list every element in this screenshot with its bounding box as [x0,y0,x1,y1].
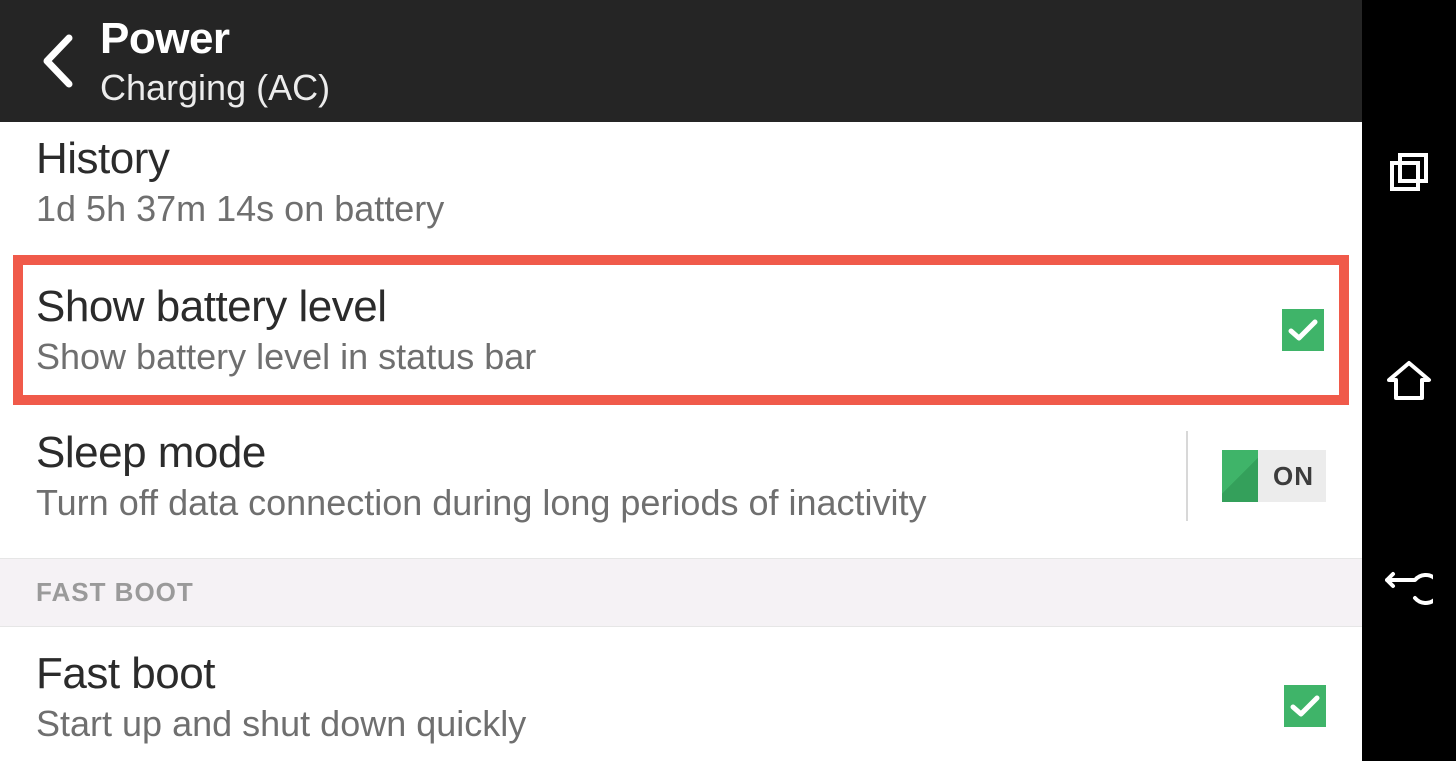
back-icon [1385,568,1433,608]
show-battery-subtitle: Show battery level in status bar [36,336,1326,378]
separator [1186,431,1188,521]
show-battery-row-highlight: Show battery level Show battery level in… [14,256,1348,404]
show-battery-title: Show battery level [36,282,1326,332]
show-battery-row[interactable]: Show battery level Show battery level in… [14,256,1348,404]
settings-screen: Power Charging (AC) History 1d 5h 37m 14… [0,0,1362,761]
fast-boot-row[interactable]: Fast boot Start up and shut down quickly [0,627,1362,761]
appbar-titles: Power Charging (AC) [100,14,330,108]
back-button[interactable] [28,26,88,96]
toggle-knob [1222,450,1258,502]
history-title: History [36,134,1326,184]
fast-boot-title: Fast boot [36,649,1326,699]
page-subtitle: Charging (AC) [100,67,330,108]
sleep-mode-title: Sleep mode [36,428,1166,478]
check-icon [1290,694,1320,718]
fast-boot-checkbox[interactable] [1284,685,1326,727]
page-title: Power [100,14,330,65]
recent-apps-icon [1388,153,1430,195]
home-button[interactable] [1384,356,1434,406]
home-icon [1386,360,1432,402]
history-row[interactable]: History 1d 5h 37m 14s on battery [0,122,1362,256]
toggle-label: ON [1273,450,1314,502]
sleep-mode-toggle[interactable]: ON [1222,450,1326,502]
system-nav-bar [1362,0,1456,761]
show-battery-checkbox[interactable] [1282,309,1324,351]
check-icon [1288,318,1318,342]
fast-boot-subtitle: Start up and shut down quickly [36,703,1326,745]
section-header-fast-boot: FAST BOOT [0,558,1362,627]
chevron-left-icon [39,34,77,88]
back-nav-button[interactable] [1384,563,1434,613]
sleep-mode-text: Sleep mode Turn off data connection duri… [36,428,1186,524]
recent-apps-button[interactable] [1384,149,1434,199]
app-bar: Power Charging (AC) [0,0,1362,122]
history-subtitle: 1d 5h 37m 14s on battery [36,188,1326,230]
sleep-mode-row[interactable]: Sleep mode Turn off data connection duri… [0,404,1362,558]
sleep-mode-subtitle: Turn off data connection during long per… [36,482,1166,524]
content: History 1d 5h 37m 14s on battery Show ba… [0,122,1362,761]
